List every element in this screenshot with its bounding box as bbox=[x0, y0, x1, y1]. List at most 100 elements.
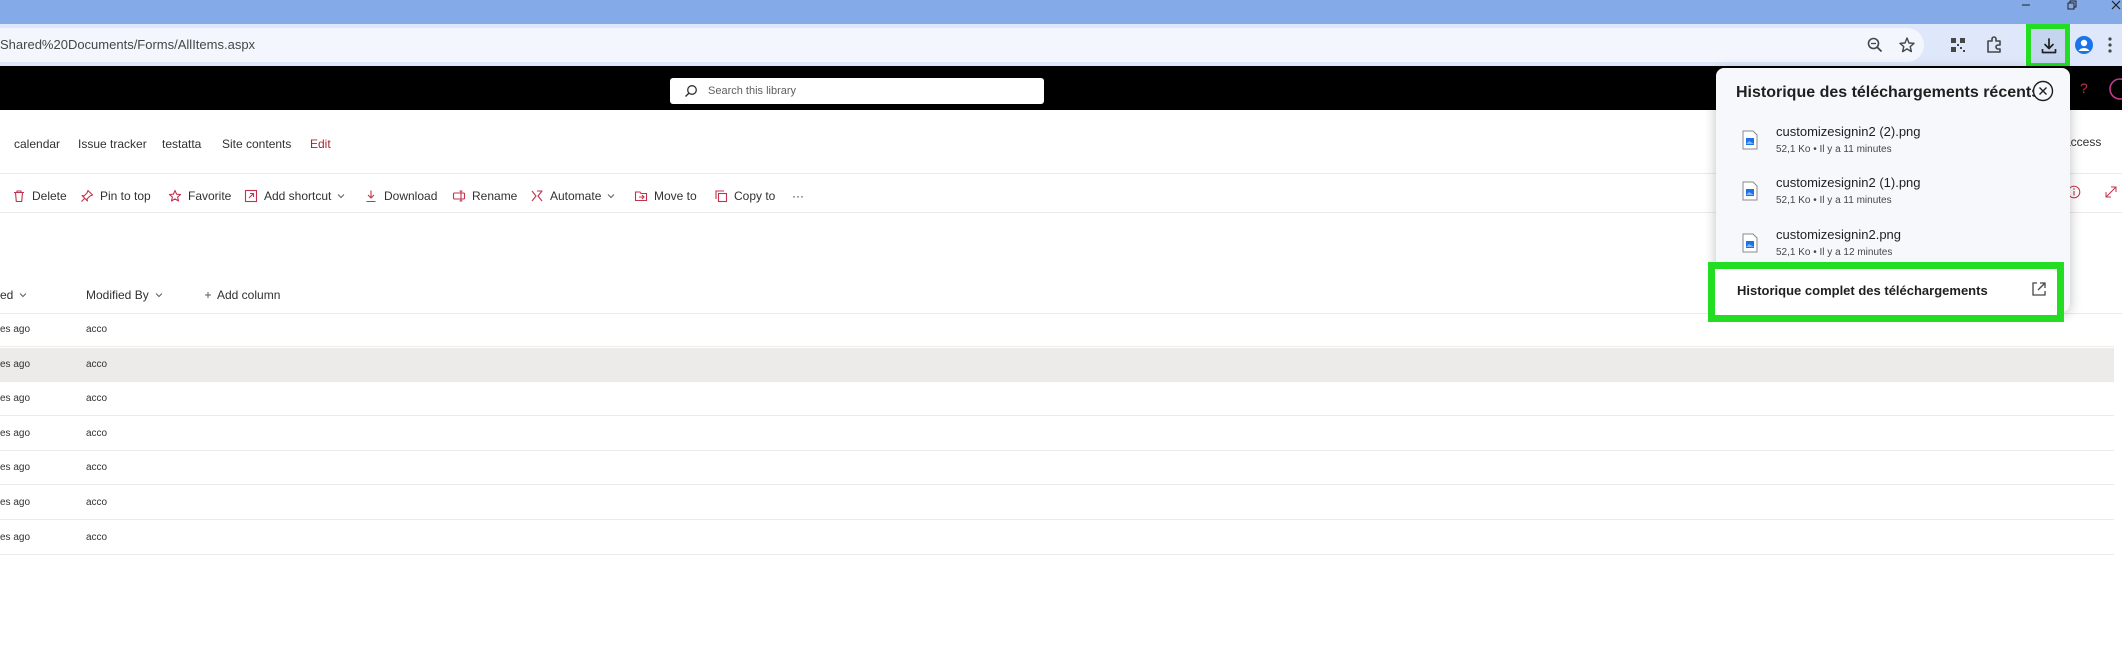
chevron-down-icon bbox=[155, 293, 163, 298]
download-button[interactable]: Download bbox=[364, 186, 437, 206]
search-icon bbox=[685, 85, 697, 97]
column-header-modified[interactable]: ed bbox=[0, 288, 27, 302]
close-icon bbox=[2111, 0, 2121, 10]
copy-icon bbox=[715, 190, 728, 203]
table-row[interactable]: es ago acco bbox=[0, 521, 2114, 555]
pin-to-top-button[interactable]: Pin to top bbox=[80, 186, 151, 206]
download-file-meta: 52,1 Ko • Il y a 11 minutes bbox=[1776, 195, 1892, 206]
qr-code-icon[interactable] bbox=[1948, 35, 1968, 55]
address-bar[interactable]: Shared%20Documents/Forms/AllItems.aspx bbox=[0, 28, 1924, 62]
star-icon bbox=[168, 189, 182, 202]
table-row[interactable]: es ago acco bbox=[0, 382, 2114, 416]
automate-button[interactable]: Automate bbox=[530, 186, 615, 206]
pin-to-top-label: Pin to top bbox=[100, 189, 151, 203]
nav-edit-link[interactable]: Edit bbox=[310, 137, 331, 151]
column-header-modified-by[interactable]: Modified By bbox=[86, 288, 163, 302]
browser-menu-icon[interactable] bbox=[2106, 35, 2114, 55]
image-file-icon bbox=[1742, 181, 1758, 201]
library-search-box[interactable]: Search this library bbox=[670, 78, 1044, 104]
download-file-name: customizesignin2.png bbox=[1776, 227, 1902, 242]
restore-button[interactable] bbox=[2052, 0, 2092, 12]
download-item[interactable]: customizesignin2 (2).png 52,1 Ko • Il y … bbox=[1716, 124, 2070, 174]
add-shortcut-button[interactable]: Add shortcut bbox=[244, 186, 345, 206]
modified-by-cell[interactable]: acco bbox=[86, 462, 107, 473]
favorite-button[interactable]: Favorite bbox=[168, 186, 231, 206]
copy-to-label: Copy to bbox=[734, 189, 776, 203]
modified-by-cell[interactable]: acco bbox=[86, 497, 107, 508]
download-file-name: customizesignin2 (2).png bbox=[1776, 124, 1921, 139]
add-column-label: Add column bbox=[217, 288, 281, 302]
favorite-label: Favorite bbox=[188, 189, 232, 203]
bookmark-star-icon[interactable] bbox=[1898, 36, 1916, 54]
modified-by-cell[interactable]: acco bbox=[86, 532, 107, 543]
chevron-down-icon bbox=[20, 293, 27, 298]
table-row[interactable]: es ago acco bbox=[0, 451, 2114, 485]
table-row[interactable]: es ago acco bbox=[0, 486, 2114, 520]
open-external-icon bbox=[2032, 282, 2046, 296]
modified-cell: es ago bbox=[0, 532, 31, 543]
close-window-button[interactable] bbox=[2096, 0, 2122, 12]
rename-icon bbox=[452, 190, 466, 202]
chevron-down-icon bbox=[338, 194, 345, 199]
account-avatar-icon[interactable] bbox=[2108, 78, 2122, 100]
minimize-button[interactable] bbox=[2006, 0, 2046, 12]
modified-cell: es ago bbox=[0, 324, 31, 335]
nav-item-testatta[interactable]: testatta bbox=[162, 137, 201, 151]
plus-icon bbox=[205, 292, 211, 298]
zoom-icon[interactable] bbox=[1866, 36, 1884, 54]
modified-by-cell[interactable]: acco bbox=[86, 359, 107, 370]
move-icon bbox=[634, 191, 648, 202]
nav-item-calendar[interactable]: calendar bbox=[14, 137, 60, 151]
profile-avatar-icon[interactable] bbox=[2074, 35, 2094, 55]
browser-window: Shared%20Documents/Forms/AllItems.aspx S… bbox=[0, 0, 2122, 646]
rename-button[interactable]: Rename bbox=[452, 186, 517, 206]
downloads-popup-title: Historique des téléchargements récents bbox=[1736, 84, 2041, 101]
modified-by-cell[interactable]: acco bbox=[86, 324, 107, 335]
close-icon[interactable] bbox=[2032, 80, 2054, 102]
chevron-down-icon bbox=[608, 194, 615, 199]
modified-cell: es ago bbox=[0, 428, 31, 439]
expand-icon[interactable] bbox=[2104, 185, 2118, 199]
move-to-label: Move to bbox=[654, 189, 697, 203]
add-column-button[interactable]: Add column bbox=[204, 288, 280, 302]
pin-icon bbox=[81, 189, 94, 202]
more-commands-label: ··· bbox=[792, 189, 804, 203]
help-icon[interactable]: ? bbox=[2079, 80, 2091, 96]
extensions-icon[interactable] bbox=[1984, 35, 2004, 55]
rename-label: Rename bbox=[472, 189, 518, 203]
search-placeholder: Search this library bbox=[708, 85, 797, 97]
modified-cell: es ago bbox=[0, 497, 31, 508]
modified-cell: es ago bbox=[0, 393, 31, 404]
column-header-modified-by-label: Modified By bbox=[86, 288, 149, 302]
full-download-history-link[interactable]: Historique complet des téléchargements bbox=[1708, 262, 2064, 322]
move-to-button[interactable]: Move to bbox=[634, 186, 697, 206]
nav-item-site-contents[interactable]: Site contents bbox=[222, 137, 291, 151]
delete-button[interactable]: Delete bbox=[12, 186, 67, 206]
image-file-icon bbox=[1742, 233, 1758, 253]
modified-by-cell[interactable]: acco bbox=[86, 428, 107, 439]
delete-label: Delete bbox=[32, 189, 67, 203]
download-file-meta: 52,1 Ko • Il y a 12 minutes bbox=[1776, 247, 1893, 258]
download-icon bbox=[366, 190, 376, 203]
table-row[interactable]: es ago acco bbox=[0, 348, 2114, 382]
automate-label: Automate bbox=[550, 189, 602, 203]
modified-cell: es ago bbox=[0, 359, 31, 370]
more-commands-button[interactable]: ··· bbox=[792, 186, 804, 206]
downloads-toolbar-button[interactable] bbox=[2026, 24, 2070, 68]
automate-icon bbox=[531, 190, 543, 202]
minimize-icon bbox=[2022, 4, 2030, 6]
download-file-meta: 52,1 Ko • Il y a 11 minutes bbox=[1776, 144, 1892, 155]
download-label: Download bbox=[384, 189, 438, 203]
image-file-icon bbox=[1742, 130, 1758, 150]
url-text[interactable]: Shared%20Documents/Forms/AllItems.aspx bbox=[0, 37, 255, 52]
nav-item-issue-tracker[interactable]: Issue tracker bbox=[78, 137, 147, 151]
copy-to-button[interactable]: Copy to bbox=[714, 186, 775, 206]
download-item[interactable]: customizesignin2 (1).png 52,1 Ko • Il y … bbox=[1716, 175, 2070, 225]
shortcut-icon bbox=[244, 189, 258, 203]
full-download-history-label: Historique complet des téléchargements bbox=[1737, 283, 1988, 298]
modified-by-cell[interactable]: acco bbox=[86, 393, 107, 404]
add-shortcut-label: Add shortcut bbox=[264, 189, 332, 203]
download-icon bbox=[2041, 38, 2057, 54]
svg-text:?: ? bbox=[2080, 80, 2088, 96]
table-row[interactable]: es ago acco bbox=[0, 417, 2114, 451]
